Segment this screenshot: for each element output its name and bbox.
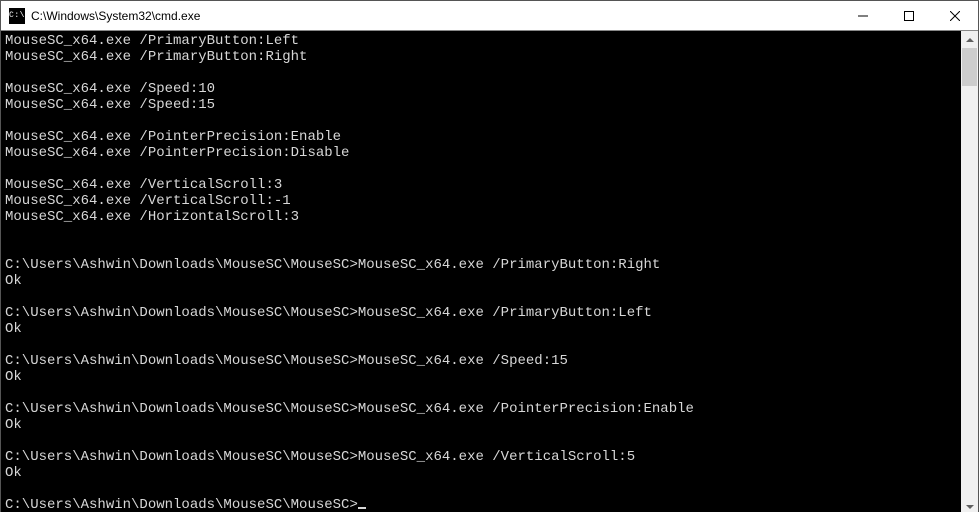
usage-line: MouseSC_x64.exe /PrimaryButton:Left (5, 33, 957, 49)
scroll-up-button[interactable] (961, 31, 978, 48)
command-line: C:\Users\Ashwin\Downloads\MouseSC\MouseS… (5, 449, 957, 465)
usage-line (5, 161, 957, 177)
blank-line (5, 289, 957, 305)
usage-line: MouseSC_x64.exe /VerticalScroll:-1 (5, 193, 957, 209)
command-line: C:\Users\Ashwin\Downloads\MouseSC\MouseS… (5, 353, 957, 369)
window-title: C:\Windows\System32\cmd.exe (31, 9, 200, 23)
command-line: C:\Users\Ashwin\Downloads\MouseSC\MouseS… (5, 257, 957, 273)
cursor (358, 507, 366, 509)
cmd-window: C:\ C:\Windows\System32\cmd.exe MouseSC_… (0, 0, 979, 512)
prompt-line[interactable]: C:\Users\Ashwin\Downloads\MouseSC\MouseS… (5, 497, 957, 512)
scroll-down-button[interactable] (961, 498, 978, 512)
close-icon (950, 11, 960, 21)
cmd-icon: C:\ (9, 8, 25, 24)
usage-line (5, 65, 957, 81)
minimize-button[interactable] (840, 1, 886, 30)
usage-line: MouseSC_x64.exe /HorizontalScroll:3 (5, 209, 957, 225)
output-line: Ok (5, 465, 957, 481)
titlebar[interactable]: C:\ C:\Windows\System32\cmd.exe (1, 1, 978, 31)
usage-line: MouseSC_x64.exe /VerticalScroll:3 (5, 177, 957, 193)
prompt-text: C:\Users\Ashwin\Downloads\MouseSC\MouseS… (5, 497, 358, 512)
scrollbar-track[interactable] (961, 48, 978, 498)
usage-line (5, 113, 957, 129)
console-output[interactable]: MouseSC_x64.exe /PrimaryButton:LeftMouse… (1, 31, 961, 512)
blank-line (5, 225, 957, 241)
usage-line: MouseSC_x64.exe /PointerPrecision:Disabl… (5, 145, 957, 161)
close-button[interactable] (932, 1, 978, 30)
maximize-icon (904, 11, 914, 21)
usage-line: MouseSC_x64.exe /PrimaryButton:Right (5, 49, 957, 65)
command-line: C:\Users\Ashwin\Downloads\MouseSC\MouseS… (5, 401, 957, 417)
client-area: MouseSC_x64.exe /PrimaryButton:LeftMouse… (1, 31, 978, 512)
output-line: Ok (5, 417, 957, 433)
output-line: Ok (5, 369, 957, 385)
output-line: Ok (5, 321, 957, 337)
blank-line (5, 241, 957, 257)
chevron-down-icon (966, 503, 974, 511)
minimize-icon (858, 11, 868, 21)
chevron-up-icon (966, 36, 974, 44)
blank-line (5, 337, 957, 353)
blank-line (5, 481, 957, 497)
blank-line (5, 433, 957, 449)
scrollbar-thumb[interactable] (962, 48, 977, 86)
output-line: Ok (5, 273, 957, 289)
cmd-icon-glyph: C:\ (9, 12, 25, 20)
usage-line: MouseSC_x64.exe /Speed:15 (5, 97, 957, 113)
command-line: C:\Users\Ashwin\Downloads\MouseSC\MouseS… (5, 305, 957, 321)
vertical-scrollbar[interactable] (961, 31, 978, 512)
usage-line: MouseSC_x64.exe /PointerPrecision:Enable (5, 129, 957, 145)
maximize-button[interactable] (886, 1, 932, 30)
blank-line (5, 385, 957, 401)
usage-line: MouseSC_x64.exe /Speed:10 (5, 81, 957, 97)
